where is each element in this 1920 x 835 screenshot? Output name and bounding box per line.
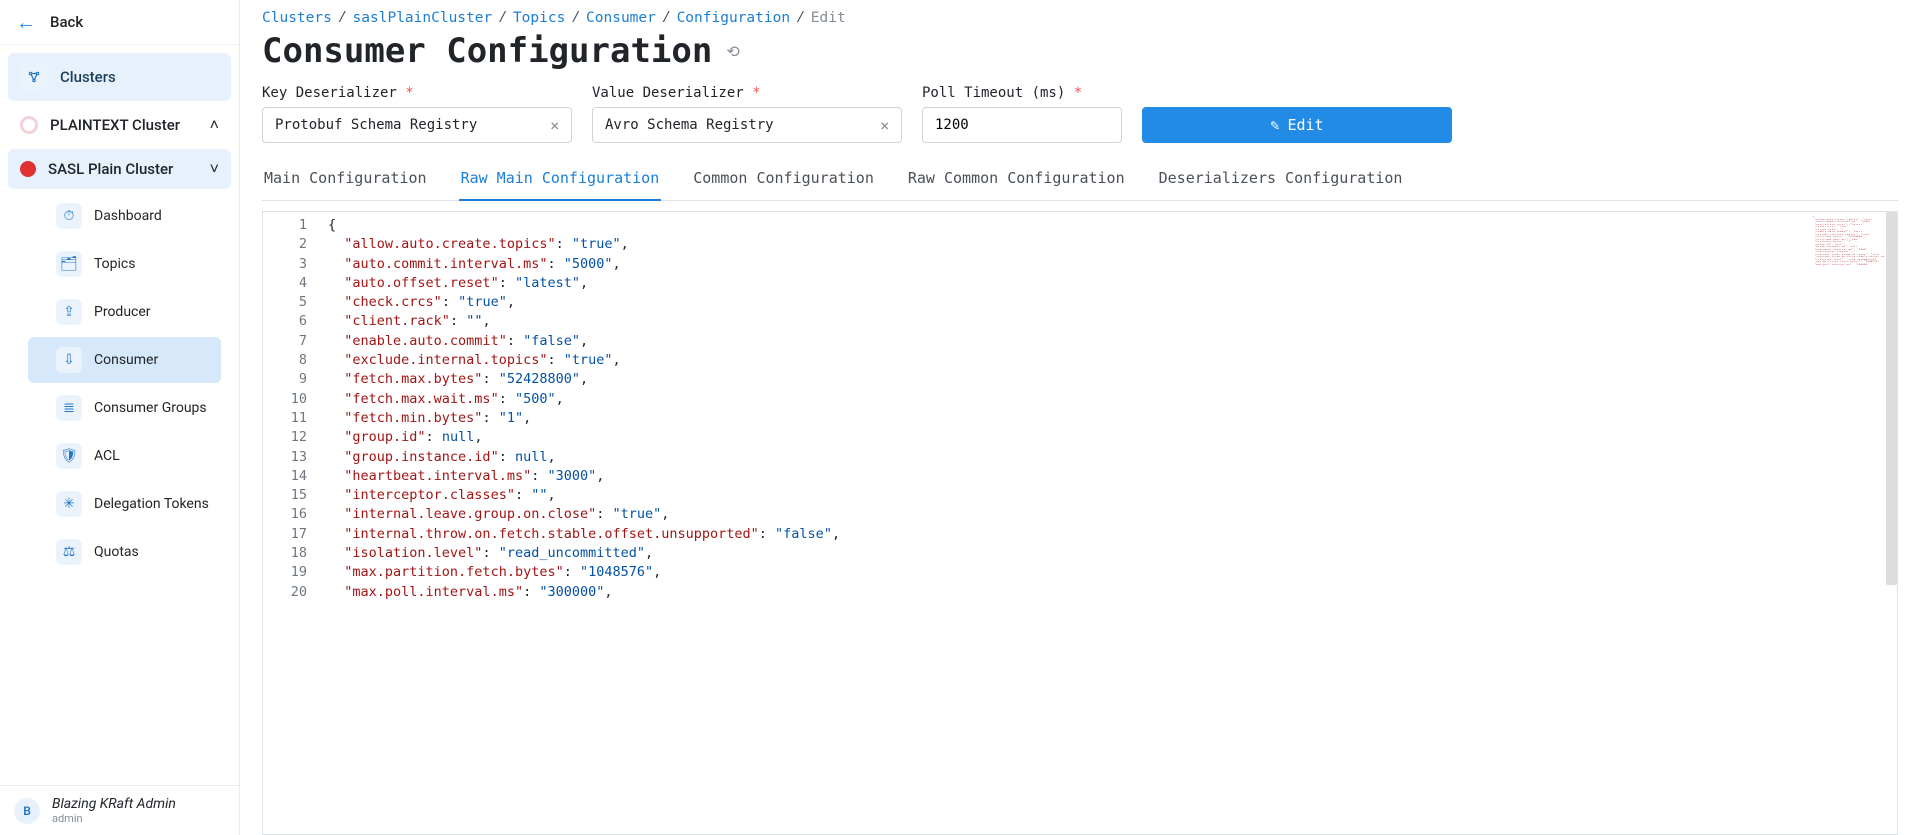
poll-timeout-field: Poll Timeout (ms) * ˄ ˅ — [922, 85, 1122, 143]
code-content[interactable]: { "allow.auto.create.topics": "true", "a… — [318, 212, 1897, 834]
consumer-icon: ⇩ — [56, 347, 82, 373]
minimap[interactable]: { "allow.auto.create.topics": "true" "au… — [1813, 216, 1885, 276]
footer-user-name: Blazing KRaft Admin — [52, 796, 176, 812]
sidebar-cluster[interactable]: PLAINTEXT Cluster ˄ — [8, 105, 231, 145]
sidebar-item-consumer[interactable]: ⇩ Consumer — [28, 337, 221, 383]
sidebar-item-delegation-tokens[interactable]: ✳ Delegation Tokens — [28, 481, 221, 527]
producer-icon: ⇪ — [56, 299, 82, 325]
clusters-icon — [20, 63, 48, 91]
edit-button-label: Edit — [1287, 116, 1323, 134]
sidebar: ← Back Clusters PLAINTEXT Cluster ˄ SASL P… — [0, 0, 240, 835]
breadcrumb-link[interactable]: Topics — [513, 10, 565, 26]
breadcrumb-separator: / — [498, 11, 507, 27]
dashboard-icon: ⏱ — [56, 203, 82, 229]
poll-timeout-input-wrap: ˄ ˅ — [922, 107, 1122, 143]
sidebar-cluster-label: PLAINTEXT Cluster — [50, 116, 198, 134]
main-content: Clusters / saslPlainCluster / Topics / Consume… — [240, 0, 1920, 835]
back-label: Back — [50, 13, 83, 31]
sidebar-item-producer[interactable]: ⇪ Producer — [28, 289, 221, 335]
value-deserializer-select[interactable]: Avro Schema Registry × — [592, 107, 902, 143]
sidebar-item-label: Consumer — [94, 352, 209, 368]
breadcrumb-link[interactable]: Consumer — [586, 10, 656, 26]
config-form-row: Key Deserializer * Protobuf Schema Regis… — [262, 85, 1898, 143]
sidebar-nav: Clusters PLAINTEXT Cluster ˄ SASL Plain Cl… — [0, 45, 239, 785]
topics-icon: 🗂 — [56, 251, 82, 277]
chevron-up-icon: ˄ — [210, 115, 219, 135]
sidebar-cluster-label: SASL Plain Cluster — [48, 160, 198, 178]
breadcrumb-separator: / — [338, 11, 347, 27]
scrollbar[interactable] — [1886, 212, 1897, 585]
sidebar-item-topics[interactable]: 🗂 Topics — [28, 241, 221, 287]
page-title-row: Consumer Configuration ⟲ — [262, 31, 1898, 71]
sidebar-item-acl[interactable]: 🛡 ACL — [28, 433, 221, 479]
code-editor[interactable]: 1234567891011121314151617181920 { "allow… — [262, 211, 1898, 835]
line-gutter: 1234567891011121314151617181920 — [263, 212, 318, 834]
key-deserializer-label: Key Deserializer * — [262, 85, 572, 101]
sidebar-item-label: Topics — [94, 256, 209, 272]
sidebar-cluster[interactable]: SASL Plain Cluster ˅ — [8, 149, 231, 189]
sidebar-item-label: ACL — [94, 448, 209, 464]
poll-timeout-label: Poll Timeout (ms) * — [922, 85, 1122, 101]
breadcrumb-separator: / — [571, 11, 580, 27]
sidebar-footer: B Blazing KRaft Admin admin — [0, 785, 239, 835]
sidebar-root-label: Clusters — [60, 68, 116, 86]
key-deserializer-value: Protobuf Schema Registry — [275, 117, 546, 133]
breadcrumb-separator: / — [796, 11, 805, 27]
avatar[interactable]: B — [14, 798, 40, 824]
status-dot-icon — [20, 161, 36, 177]
tab-main-configuration[interactable]: Main Configuration — [262, 159, 429, 201]
consumer-groups-icon: ≣ — [56, 395, 82, 421]
pencil-icon: ✎ — [1270, 116, 1279, 134]
breadcrumb-link[interactable]: saslPlainCluster — [353, 10, 493, 26]
poll-timeout-input[interactable] — [923, 108, 1122, 142]
back-button[interactable]: ← Back — [0, 0, 239, 45]
breadcrumb-current: Edit — [811, 10, 846, 26]
tab-raw-main-configuration[interactable]: Raw Main Configuration — [459, 159, 662, 201]
refresh-icon[interactable]: ⟲ — [726, 42, 739, 61]
sidebar-item-quotas[interactable]: ⚖ Quotas — [28, 529, 221, 575]
sidebar-item-label: Quotas — [94, 544, 209, 560]
config-tabs: Main Configuration Raw Main Configuration… — [262, 159, 1898, 201]
tab-common-configuration[interactable]: Common Configuration — [691, 159, 876, 201]
acl-icon: 🛡 — [56, 443, 82, 469]
tab-deserializers-configuration[interactable]: Deserializers Configuration — [1157, 159, 1405, 201]
delegation-tokens-icon: ✳ — [56, 491, 82, 517]
value-deserializer-label: Value Deserializer * — [592, 85, 902, 101]
clear-icon[interactable]: × — [876, 116, 893, 135]
sidebar-item-dashboard[interactable]: ⏱ Dashboard — [28, 193, 221, 239]
clear-icon[interactable]: × — [546, 116, 563, 135]
chevron-down-icon: ˅ — [210, 159, 219, 179]
page-title: Consumer Configuration — [262, 31, 712, 71]
sidebar-root-clusters[interactable]: Clusters — [8, 53, 231, 101]
sidebar-item-label: Dashboard — [94, 208, 209, 224]
sidebar-item-consumer-groups[interactable]: ≣ Consumer Groups — [28, 385, 221, 431]
key-deserializer-select[interactable]: Protobuf Schema Registry × — [262, 107, 572, 143]
tab-raw-common-configuration[interactable]: Raw Common Configuration — [906, 159, 1127, 201]
breadcrumb-link[interactable]: Configuration — [677, 10, 791, 26]
breadcrumb: Clusters / saslPlainCluster / Topics / Consume… — [262, 10, 1898, 27]
back-arrow-icon: ← — [16, 12, 36, 32]
value-deserializer-value: Avro Schema Registry — [605, 117, 876, 133]
footer-user-role: admin — [52, 812, 176, 825]
key-deserializer-field: Key Deserializer * Protobuf Schema Regis… — [262, 85, 572, 143]
value-deserializer-field: Value Deserializer * Avro Schema Registr… — [592, 85, 902, 143]
quotas-icon: ⚖ — [56, 539, 82, 565]
edit-button[interactable]: ✎ Edit — [1142, 107, 1452, 143]
sidebar-item-label: Consumer Groups — [94, 400, 209, 416]
breadcrumb-link[interactable]: Clusters — [262, 10, 332, 26]
breadcrumb-separator: / — [662, 11, 671, 27]
sidebar-item-label: Producer — [94, 304, 209, 320]
status-dot-icon — [20, 116, 38, 134]
sidebar-item-label: Delegation Tokens — [94, 496, 209, 512]
